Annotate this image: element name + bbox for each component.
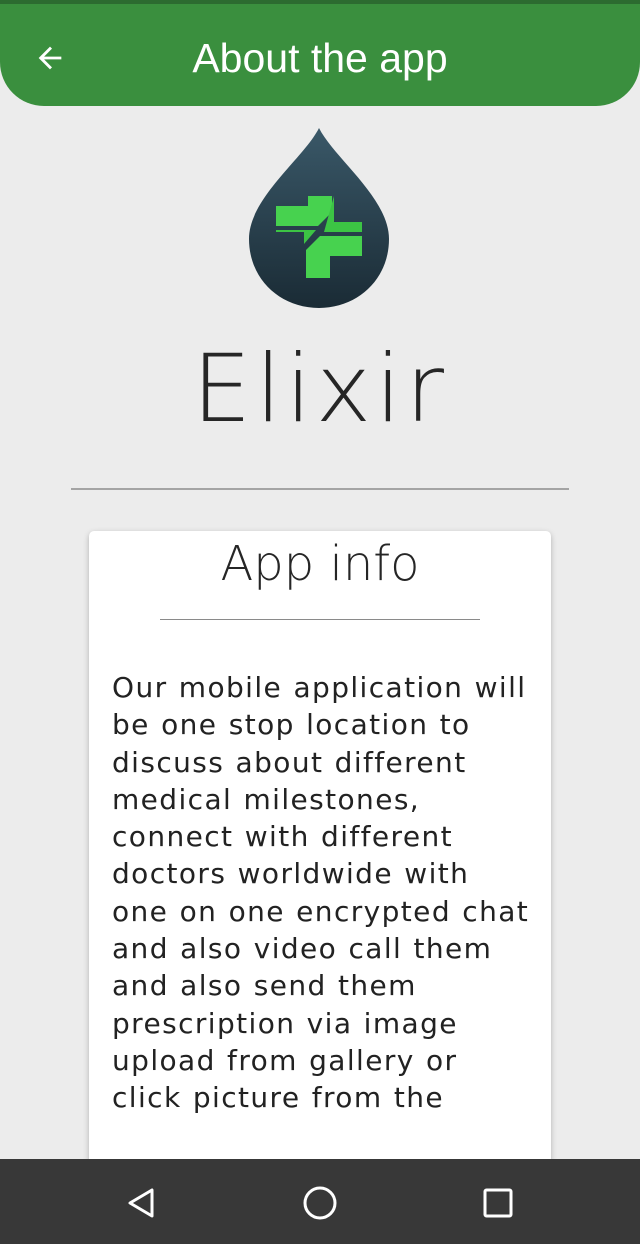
nav-recents-button[interactable] xyxy=(470,1175,526,1231)
app-info-card[interactable]: App info Our mobile application will be … xyxy=(89,531,551,1171)
app-bar: About the app xyxy=(0,4,640,106)
card-divider xyxy=(160,619,480,620)
system-navigation-bar xyxy=(0,1159,640,1244)
app-name: Elixir xyxy=(191,335,449,444)
nav-back-icon xyxy=(128,1188,154,1218)
app-description: Our mobile application will be one stop … xyxy=(112,671,530,1115)
divider xyxy=(71,488,569,490)
nav-back-button[interactable] xyxy=(114,1175,170,1231)
nav-home-button[interactable] xyxy=(292,1175,348,1231)
elixir-drop-cross-logo xyxy=(249,128,389,308)
page-title: About the app xyxy=(192,35,448,81)
nav-recents-icon xyxy=(483,1188,513,1218)
nav-home-icon xyxy=(303,1186,337,1220)
card-title: App info xyxy=(220,536,420,592)
